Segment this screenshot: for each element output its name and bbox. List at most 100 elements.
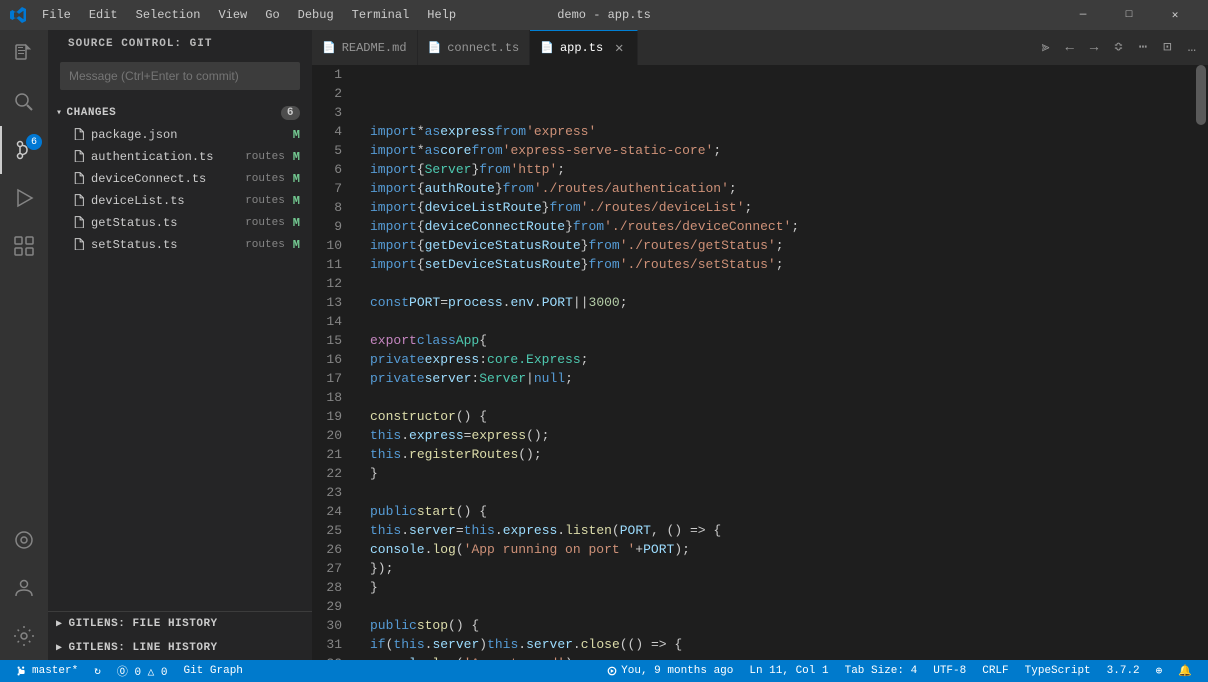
branch-status-item[interactable]: master*: [8, 660, 86, 682]
status-bar: master* ↻ ⓪ 0 △ 0 Git Graph You, 9 month…: [0, 660, 1208, 682]
code-line: [370, 483, 1194, 502]
file-item[interactable]: deviceConnect.ts routes M: [48, 168, 312, 190]
file-name: setStatus.ts: [91, 238, 241, 252]
source-control-activity-icon[interactable]: 6: [0, 126, 48, 174]
menu-file[interactable]: File: [34, 6, 79, 24]
go-forward-icon[interactable]: →: [1086, 38, 1102, 58]
line-number: 8: [312, 198, 354, 217]
tab-readme-label: README.md: [342, 41, 407, 55]
gitlens-file-history[interactable]: ▶ GITLENS: FILE HISTORY: [48, 612, 312, 636]
line-number: 25: [312, 521, 354, 540]
maximize-button[interactable]: □: [1106, 0, 1152, 30]
sync-status-item[interactable]: ↻: [86, 660, 109, 682]
git-graph-item[interactable]: Git Graph: [175, 660, 250, 682]
gitlens-line-history[interactable]: ▶ GITLENS: LINE HISTORY: [48, 636, 312, 660]
open-changes-icon[interactable]: ≎: [1110, 37, 1126, 58]
encoding-label: UTF-8: [933, 665, 966, 677]
connect-file-icon: 📄: [428, 41, 442, 55]
editor-scrollbar[interactable]: [1194, 65, 1208, 660]
file-item[interactable]: package.json M: [48, 124, 312, 146]
readme-file-icon: 📄: [322, 41, 336, 55]
line-ending-item[interactable]: CRLF: [974, 660, 1016, 682]
code-content[interactable]: import * as express from 'express'import…: [362, 65, 1194, 660]
code-line: import * as core from 'express-serve-sta…: [370, 141, 1194, 160]
notifications-item[interactable]: 🔔: [1170, 660, 1200, 682]
code-line: import { getDeviceStatusRoute } from './…: [370, 236, 1194, 255]
minimize-button[interactable]: —: [1060, 0, 1106, 30]
line-number: 17: [312, 369, 354, 388]
menu-selection[interactable]: Selection: [128, 6, 209, 24]
tab-connect[interactable]: 📄 connect.ts: [418, 30, 531, 65]
line-number: 19: [312, 407, 354, 426]
line-number: 22: [312, 464, 354, 483]
cursor-position: Ln 11, Col 1: [749, 665, 828, 677]
errors-warnings-item[interactable]: ⓪ 0 △ 0: [109, 660, 176, 682]
tab-size-item[interactable]: Tab Size: 4: [837, 660, 926, 682]
tab-app-close-icon[interactable]: ✕: [611, 40, 627, 56]
menu-edit[interactable]: Edit: [81, 6, 126, 24]
changes-header[interactable]: ▾ CHANGES 6: [48, 102, 312, 124]
menu-help[interactable]: Help: [419, 6, 464, 24]
settings-activity-icon[interactable]: [0, 612, 48, 660]
line-number: 15: [312, 331, 354, 350]
go-back-icon[interactable]: ←: [1061, 38, 1077, 58]
split-editor-icon[interactable]: ⫸: [1038, 38, 1054, 58]
line-number: 14: [312, 312, 354, 331]
code-line: private server: Server | null;: [370, 369, 1194, 388]
commit-message-input[interactable]: [60, 62, 300, 90]
close-button[interactable]: ✕: [1152, 0, 1198, 30]
run-activity-icon[interactable]: [0, 174, 48, 222]
gitlens-status-item[interactable]: You, 9 months ago: [599, 660, 741, 682]
file-item[interactable]: authentication.ts routes M: [48, 146, 312, 168]
menu-terminal[interactable]: Terminal: [344, 6, 418, 24]
main-layout: 6: [0, 30, 1208, 660]
code-editor[interactable]: 1234567891011121314151617181920212223242…: [312, 65, 1208, 660]
notifications-icon: 🔔: [1178, 664, 1192, 678]
encoding-item[interactable]: UTF-8: [925, 660, 974, 682]
extensions-activity-icon[interactable]: [0, 222, 48, 270]
overflow-icon[interactable]: …: [1184, 38, 1200, 58]
menu-go[interactable]: Go: [257, 6, 287, 24]
file-icon: [72, 171, 85, 188]
line-number: 12: [312, 274, 354, 293]
menu-debug[interactable]: Debug: [290, 6, 342, 24]
menu-view[interactable]: View: [210, 6, 255, 24]
line-number: 3: [312, 103, 354, 122]
line-number: 30: [312, 616, 354, 635]
language-item[interactable]: TypeScript: [1017, 660, 1099, 682]
explorer-activity-icon[interactable]: [0, 30, 48, 78]
file-item[interactable]: setStatus.ts routes M: [48, 234, 312, 256]
tab-readme[interactable]: 📄 README.md: [312, 30, 418, 65]
activity-bar: 6: [0, 30, 48, 660]
remote-activity-icon[interactable]: [0, 516, 48, 564]
more-actions-icon[interactable]: ⋯: [1135, 37, 1151, 58]
line-number: 5: [312, 141, 354, 160]
branch-icon: [16, 665, 28, 677]
line-number: 20: [312, 426, 354, 445]
account-activity-icon[interactable]: [0, 564, 48, 612]
line-numbers: 1234567891011121314151617181920212223242…: [312, 65, 362, 660]
tab-app[interactable]: 📄 app.ts ✕: [530, 30, 638, 65]
file-item[interactable]: deviceList.ts routes M: [48, 190, 312, 212]
line-number: 23: [312, 483, 354, 502]
line-number: 7: [312, 179, 354, 198]
errors-warnings-text: ⓪ 0 △ 0: [117, 663, 168, 679]
search-activity-icon[interactable]: [0, 78, 48, 126]
tab-size-label: Tab Size: 4: [845, 665, 918, 677]
line-number: 18: [312, 388, 354, 407]
code-line: import { deviceConnectRoute } from './ro…: [370, 217, 1194, 236]
vscode-logo: [10, 7, 26, 23]
changes-count-badge: 6: [281, 106, 300, 120]
file-icon: [72, 237, 85, 254]
remote-status-item[interactable]: ⊕: [1148, 660, 1171, 682]
file-path: routes: [245, 217, 285, 229]
changes-label: CHANGES: [67, 107, 117, 119]
sidebar: SOURCE CONTROL: GIT ▾ CHANGES 6 package.…: [48, 30, 312, 660]
file-item[interactable]: getStatus.ts routes M: [48, 212, 312, 234]
position-status-item[interactable]: Ln 11, Col 1: [741, 660, 836, 682]
tab-app-label: app.ts: [560, 41, 603, 55]
code-line: this.express = express();: [370, 426, 1194, 445]
line-number: 27: [312, 559, 354, 578]
version-item[interactable]: 3.7.2: [1099, 660, 1148, 682]
layout-icon[interactable]: ⊡: [1159, 37, 1175, 58]
